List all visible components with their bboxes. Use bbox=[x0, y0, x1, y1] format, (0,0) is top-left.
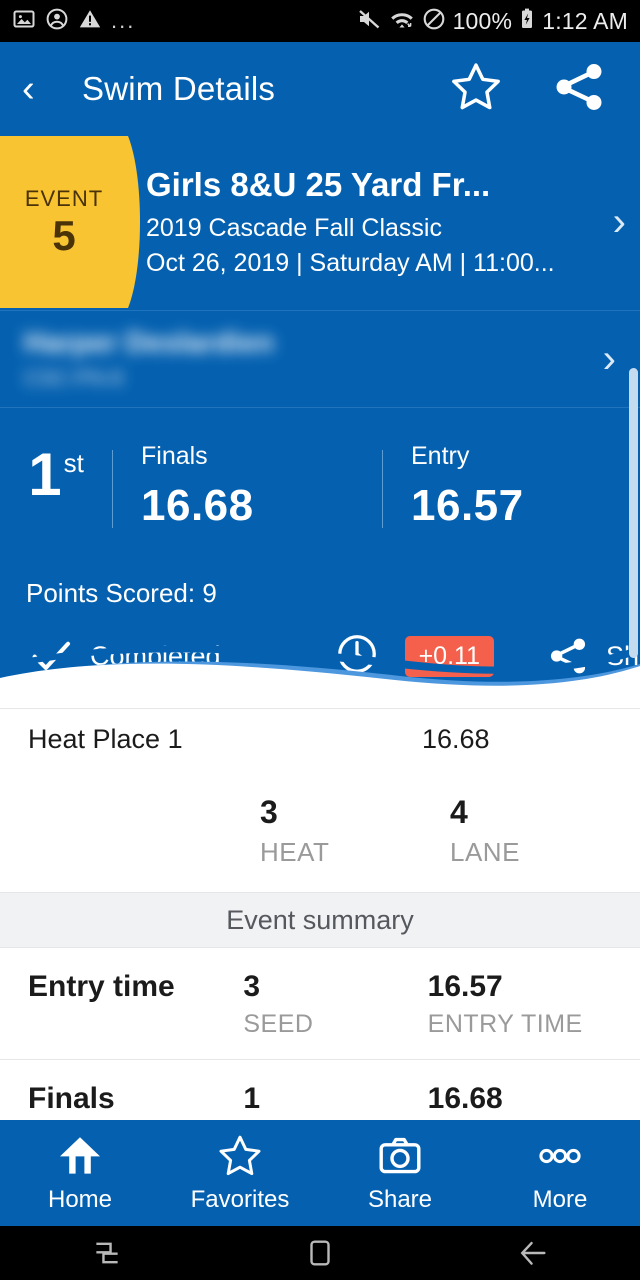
finals-label: Finals bbox=[141, 442, 208, 470]
more-dots-icon bbox=[539, 1148, 581, 1164]
entry-time: 16.57 bbox=[411, 481, 524, 530]
app-bar-actions bbox=[448, 58, 608, 121]
camera-icon bbox=[379, 1137, 421, 1174]
chevron-right-icon: › bbox=[602, 337, 616, 381]
do-not-disturb-icon bbox=[422, 7, 446, 36]
summary-col2-caption: ENTRY TIME bbox=[427, 1010, 583, 1038]
app-bar: ‹ Swim Details bbox=[0, 42, 640, 136]
status-bar-right: 100% 1:12 AM bbox=[357, 7, 628, 36]
place-number: 1 bbox=[28, 441, 62, 508]
phone-screen: ... 100% 1:12 AM ‹ Swim Details EVENT 5 … bbox=[0, 0, 640, 1280]
event-meet-name: 2019 Cascade Fall Classic bbox=[146, 213, 442, 242]
image-icon bbox=[12, 7, 36, 36]
status-bar-left: ... bbox=[12, 7, 135, 36]
summary-row-title: Entry time bbox=[28, 970, 175, 1003]
place-display: 1st bbox=[0, 442, 112, 531]
summary-col1-value: 3 bbox=[243, 970, 261, 1003]
nav-label-share: Share bbox=[367, 1186, 433, 1213]
status-overflow-dots: ... bbox=[111, 8, 136, 33]
summary-col1-caption: SEED bbox=[243, 1010, 314, 1038]
warning-triangle-icon bbox=[78, 7, 102, 36]
lane-number: 4 bbox=[450, 794, 468, 830]
star-outline-icon bbox=[452, 62, 500, 109]
nav-item-more[interactable]: More bbox=[480, 1132, 640, 1214]
finals-time: 16.68 bbox=[141, 481, 254, 530]
sysnav-back-button[interactable] bbox=[427, 1236, 640, 1270]
summary-col1-value: 1 bbox=[243, 1082, 261, 1115]
nav-item-share[interactable]: Share bbox=[320, 1132, 480, 1214]
summary-col2-value: 16.57 bbox=[427, 970, 503, 1003]
summary-row-col1: 1 bbox=[243, 1082, 427, 1116]
event-tab-label: EVENT bbox=[24, 185, 104, 211]
finals-stat: Finals 16.68 bbox=[113, 442, 254, 531]
star-outline-icon bbox=[219, 1135, 261, 1176]
event-card[interactable]: EVENT 5 Girls 8&U 25 Yard Fr... 2019 Cas… bbox=[0, 136, 640, 308]
table-row[interactable]: Entry time 3 SEED 16.57 ENTRY TIME bbox=[0, 948, 640, 1060]
share-button[interactable] bbox=[550, 58, 608, 121]
summary-row-col2: 16.68 bbox=[428, 1082, 612, 1116]
heat-lane-row: 3 HEAT 4 LANE bbox=[0, 770, 640, 892]
heat-number: 3 bbox=[260, 794, 278, 830]
nav-item-favorites[interactable]: Favorites bbox=[160, 1132, 320, 1214]
event-title: Girls 8&U 25 Yard Fr... bbox=[146, 166, 491, 204]
summary-row-col2: 16.57 ENTRY TIME bbox=[428, 970, 612, 1039]
heat-caption: HEAT bbox=[260, 837, 330, 867]
bottom-navigation: Home Favorites Share More bbox=[0, 1120, 640, 1226]
nav-item-home[interactable]: Home bbox=[0, 1132, 160, 1214]
nav-label-favorites: Favorites bbox=[190, 1186, 290, 1213]
page-title: Swim Details bbox=[82, 70, 276, 107]
entry-stat: Entry 16.57 bbox=[383, 442, 524, 531]
chevron-right-icon: › bbox=[612, 200, 626, 244]
summary-row-title: Finals bbox=[28, 1082, 115, 1115]
sysnav-recents-button[interactable] bbox=[0, 1236, 213, 1270]
event-tab-number: 5 bbox=[52, 211, 76, 259]
home-square-icon bbox=[310, 1240, 330, 1266]
result-hero-panel: 1st Finals 16.68 Entry 16.57 Points Scor… bbox=[0, 408, 640, 708]
swimmer-info: Harper Deslardien CSC-PN-8 bbox=[24, 327, 603, 391]
back-button[interactable]: ‹ bbox=[22, 70, 62, 108]
event-summary-header: Event summary bbox=[0, 892, 640, 948]
swimmer-name: Harper Deslardien bbox=[24, 327, 274, 359]
result-times-row: 1st Finals 16.68 Entry 16.57 bbox=[0, 442, 640, 531]
favorite-button[interactable] bbox=[448, 59, 504, 120]
event-card-arrow[interactable]: › bbox=[613, 136, 626, 308]
clock-label: 1:12 AM bbox=[542, 7, 628, 34]
status-bar: ... 100% 1:12 AM bbox=[0, 0, 640, 42]
mute-icon bbox=[357, 7, 382, 36]
nav-label-more: More bbox=[532, 1186, 588, 1213]
battery-percent-label: 100% bbox=[452, 7, 513, 34]
swimmer-team: CSC-PN-8 bbox=[24, 367, 124, 390]
entry-label: Entry bbox=[411, 442, 470, 470]
scrollbar-thumb[interactable] bbox=[629, 368, 638, 658]
lane-caption: LANE bbox=[450, 837, 520, 867]
sysnav-home-button[interactable] bbox=[213, 1236, 426, 1270]
back-arrow-icon bbox=[520, 1241, 546, 1265]
entry-stat-wrap: Entry 16.57 bbox=[382, 442, 640, 531]
home-icon bbox=[60, 1137, 100, 1174]
event-datetime: Oct 26, 2019 | Saturday AM | 11:00... bbox=[146, 248, 555, 277]
swimmer-row[interactable]: Harper Deslardien CSC-PN-8 › bbox=[0, 310, 640, 408]
heat-place-time: 16.68 bbox=[422, 724, 490, 754]
event-tab-curve bbox=[104, 136, 140, 308]
points-scored: Points Scored: 9 bbox=[26, 578, 217, 608]
summary-row-col1: 3 SEED bbox=[243, 970, 427, 1039]
heat-place-row: Heat Place 1 16.68 bbox=[0, 708, 640, 770]
wave-divider bbox=[0, 645, 640, 708]
recents-icon bbox=[96, 1242, 118, 1264]
heat-place-label: Heat Place 1 bbox=[28, 724, 183, 754]
lane-cell: 4 LANE bbox=[450, 794, 640, 868]
heat-cell: 3 HEAT bbox=[260, 794, 450, 868]
wifi-icon bbox=[389, 7, 415, 36]
summary-col2-value: 16.68 bbox=[427, 1082, 503, 1115]
android-system-nav bbox=[0, 1226, 640, 1280]
share-icon bbox=[556, 63, 602, 110]
event-info: Girls 8&U 25 Yard Fr... 2019 Cascade Fal… bbox=[146, 136, 586, 308]
battery-charging-icon bbox=[519, 7, 535, 36]
nav-label-home: Home bbox=[47, 1186, 113, 1213]
place-ordinal: st bbox=[63, 448, 84, 478]
account-circle-icon bbox=[45, 7, 69, 36]
details-content: Heat Place 1 16.68 3 HEAT 4 LANE Event s… bbox=[0, 708, 640, 1137]
